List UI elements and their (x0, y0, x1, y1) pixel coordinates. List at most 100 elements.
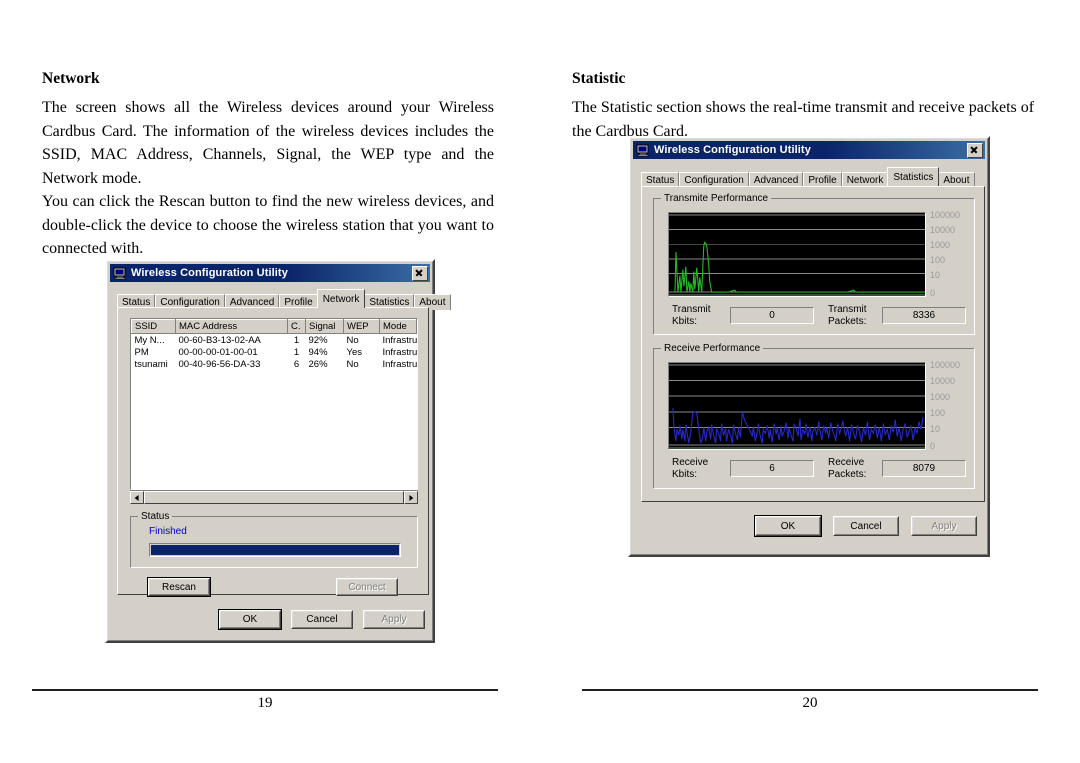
receive-performance-label: Receive Performance (661, 343, 764, 354)
right-footer-rule (582, 689, 1038, 691)
cell-ssid: My N... (131, 333, 176, 346)
page-title-statistic: Statistic (572, 70, 626, 87)
transmit-graph-svg (669, 213, 925, 296)
statistics-tab-page: Transmite Performance 100000 10000 1000 … (641, 186, 985, 502)
transmit-packets-text: 8336 (912, 310, 936, 321)
scan-progress-bar (149, 543, 401, 557)
left-footer-rule (32, 689, 498, 691)
networks-list-horizontal-scrollbar[interactable] (130, 490, 418, 504)
receive-kbits-value: 6 (730, 460, 814, 477)
cell-signal: 94% (305, 346, 344, 358)
column-header-mode[interactable]: Mode (379, 319, 417, 334)
connect-button[interactable]: Connect (336, 578, 398, 596)
network-tab-page: SSID MAC Address C. Signal WEP Mode My N… (117, 307, 429, 597)
ok-button-label: OK (780, 520, 796, 532)
transmit-packets-value: 8336 (882, 307, 966, 324)
table-row[interactable]: My N... 00-60-B3-13-02-AA 1 92% No Infra… (131, 333, 417, 346)
tab-statistics[interactable]: Statistics (887, 167, 940, 186)
network-window-title-bar[interactable]: Wireless Configuration Utility (110, 264, 430, 282)
tab-network[interactable]: Network (316, 289, 366, 308)
table-header-row: SSID MAC Address C. Signal WEP Mode (131, 319, 417, 334)
table-row[interactable]: PM 00-00-00-01-00-01 1 94% Yes Infrastru… (131, 346, 417, 358)
rescan-button-label: Rescan (162, 581, 196, 593)
cell-mode: Infrastructure (379, 333, 417, 346)
ok-button[interactable]: OK (754, 515, 822, 537)
wireless-networks-table: SSID MAC Address C. Signal WEP Mode My N… (131, 319, 417, 370)
receive-packets-text: 8079 (912, 463, 936, 474)
page-title-network: Network (42, 70, 100, 87)
statistics-window-title-bar[interactable]: Wireless Configuration Utility (633, 141, 985, 159)
cell-mode: Infrastructure (379, 358, 417, 370)
receive-performance-graph (668, 362, 926, 450)
cell-signal: 92% (305, 333, 344, 346)
network-paragraph-1: The screen shows all the Wireless device… (42, 99, 494, 187)
cancel-button-label: Cancel (850, 520, 882, 532)
wireless-configuration-utility-network-window: Wireless Configuration Utility Status Co… (105, 259, 451, 643)
table-row[interactable]: tsunami 00-40-96-56-DA-33 6 26% No Infra… (131, 358, 417, 370)
status-group-label: Status (138, 511, 173, 522)
transmit-performance-label: Transmite Performance (661, 193, 772, 204)
receive-tick-10000: 10000 (930, 376, 956, 386)
ok-button[interactable]: OK (218, 609, 282, 630)
transmit-tick-1000: 1000 (930, 240, 951, 250)
status-group: Status Finished (130, 511, 418, 568)
receive-graph-svg (669, 363, 925, 449)
progress-fill (151, 545, 399, 555)
receive-tick-100: 100 (930, 408, 946, 418)
wireless-configuration-utility-statistics-window: Wireless Configuration Utility Status Co… (628, 136, 990, 557)
receive-packets-label-line1: Receive (828, 457, 865, 468)
receive-tick-100000: 100000 (930, 360, 961, 370)
transmit-kbits-value: 0 (730, 307, 814, 324)
receive-tick-1000: 1000 (930, 392, 951, 402)
receive-packets-label: Receive Packets: (828, 457, 866, 481)
receive-y-axis-labels: 100000 10000 1000 100 10 0 (930, 361, 974, 453)
rescan-button[interactable]: Rescan (147, 577, 211, 597)
cell-channel: 1 (287, 346, 306, 358)
transmit-tick-10: 10 (930, 270, 941, 280)
receive-performance-group: Receive Performance 100000 10000 1000 10… (653, 343, 975, 489)
apply-button[interactable]: Apply (363, 610, 425, 629)
wireless-networks-list[interactable]: SSID MAC Address C. Signal WEP Mode My N… (130, 318, 418, 490)
cancel-button-label: Cancel (306, 614, 338, 625)
column-header-wep[interactable]: WEP (343, 319, 380, 334)
left-page-column: Network The screen shows all the Wireles… (40, 0, 510, 763)
network-paragraph-2: You can click the Rescan button to find … (42, 193, 494, 257)
close-icon[interactable] (967, 142, 983, 158)
close-icon[interactable] (412, 265, 428, 281)
cancel-button[interactable]: Cancel (833, 516, 899, 536)
transmit-tick-0: 0 (930, 288, 936, 298)
group-bevel (130, 516, 418, 568)
statistics-tab-strip: Status Configuration Advanced Profile Ne… (641, 167, 985, 188)
cell-mac: 00-40-96-56-DA-33 (175, 358, 288, 370)
receive-kbits-label-line1: Receive (672, 457, 709, 468)
statistics-window-title: Wireless Configuration Utility (654, 144, 811, 156)
cell-mac: 00-00-00-01-00-01 (175, 346, 288, 358)
cancel-button[interactable]: Cancel (291, 610, 353, 629)
receive-kbits-text: 6 (769, 463, 775, 474)
receive-packets-label-line2: Packets: (828, 469, 867, 480)
apply-button[interactable]: Apply (911, 516, 977, 536)
receive-tick-0: 0 (930, 441, 936, 451)
column-header-ssid[interactable]: SSID (131, 319, 176, 334)
scroll-right-icon[interactable] (404, 491, 418, 504)
scrollbar-thumb[interactable] (144, 491, 404, 504)
receive-kbits-label-line2: Kbits: (672, 469, 698, 480)
scroll-left-icon[interactable] (130, 491, 144, 504)
receive-packets-value: 8079 (882, 460, 966, 477)
right-page-number: 20 (802, 695, 818, 711)
cell-mode: Infrastructure (379, 346, 417, 358)
column-header-signal[interactable]: Signal (305, 319, 344, 334)
transmit-tick-100000: 100000 (930, 210, 961, 220)
apply-button-label: Apply (931, 520, 957, 532)
cell-wep: Yes (343, 346, 380, 358)
column-header-channel[interactable]: C. (287, 319, 306, 334)
transmit-tick-10000: 10000 (930, 225, 956, 235)
right-page-column: Statistic The Statistic section shows th… (570, 0, 1040, 763)
cell-wep: No (343, 358, 380, 370)
transmit-kbits-label-line2: Kbits: (672, 316, 698, 327)
cell-signal: 26% (305, 358, 344, 370)
receive-kbits-label: Receive Kbits: (672, 457, 708, 481)
column-header-mac[interactable]: MAC Address (175, 319, 288, 334)
transmit-y-axis-labels: 100000 10000 1000 100 10 0 (930, 211, 974, 299)
ok-button-label: OK (242, 614, 258, 625)
